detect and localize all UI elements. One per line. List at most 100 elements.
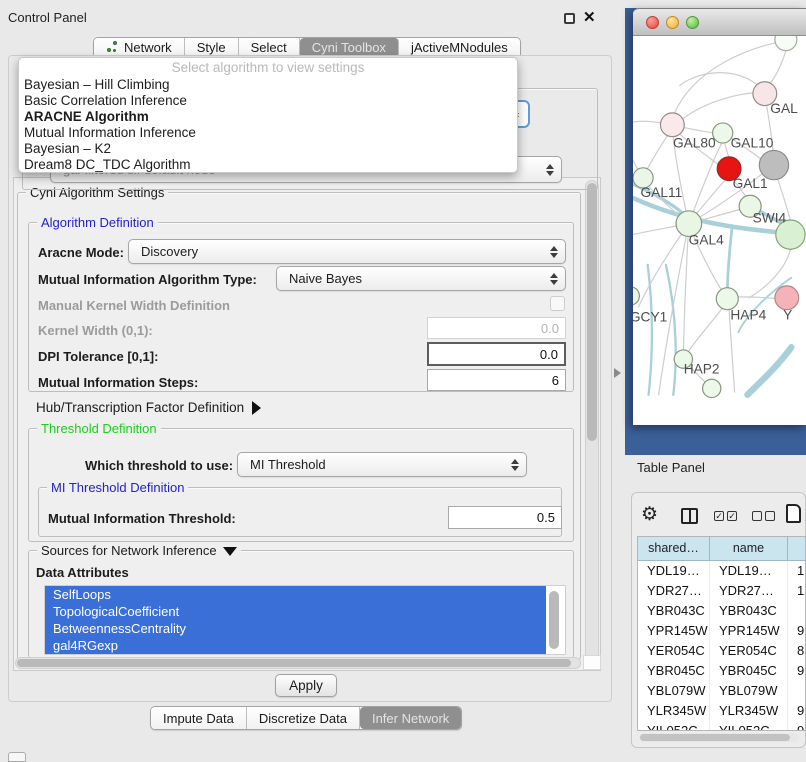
tab-infer-network[interactable]: Infer Network <box>360 707 461 729</box>
which-threshold-combobox[interactable]: MI Threshold <box>237 452 527 477</box>
network-node[interactable] <box>775 286 799 310</box>
mi-algorithm-type-combobox[interactable]: Naive Bayes <box>276 266 566 291</box>
hub-definition-label: Hub/Transcription Factor Definition <box>36 400 244 415</box>
mi-threshold-field[interactable]: 0.5 <box>448 506 562 529</box>
algorithm-option[interactable]: Bayesian – Hill Climbing <box>19 77 517 93</box>
close-window-icon[interactable] <box>646 16 659 29</box>
table-cell: YIL052C <box>638 721 710 731</box>
settings-vscrollbar-thumb[interactable] <box>587 183 597 441</box>
network-node-label: GCY1 <box>633 310 667 325</box>
algorithm-option[interactable]: Dream8 DC_TDC Algorithm <box>19 157 517 173</box>
table-cell: YPR145W <box>710 621 788 641</box>
algorithm-dropdown-items: Bayesian – Hill ClimbingBasic Correlatio… <box>19 77 517 173</box>
table-cell: YDR27… <box>638 581 710 601</box>
network-node[interactable] <box>703 379 721 397</box>
minimize-window-icon[interactable] <box>666 16 679 29</box>
table-row[interactable]: YBR045CYBR045C9. <box>638 661 805 681</box>
manual-kernel-width-label: Manual Kernel Width Definition <box>38 298 230 313</box>
split-columns-icon[interactable] <box>681 508 698 524</box>
panel-splitter-arrow-icon[interactable] <box>614 368 621 378</box>
data-attribute-item[interactable]: SelfLoops <box>45 586 546 603</box>
network-node-label: HAP4 <box>730 308 766 323</box>
close-panel-icon[interactable]: ✕ <box>583 8 596 26</box>
network-node-label: GAL80 <box>673 136 716 151</box>
mi-algorithm-type-label: Mutual Information Algorithm Type: <box>38 272 257 287</box>
table-row[interactable]: YIL052CYIL052C9. <box>638 721 805 731</box>
algorithm-dropdown-list: Select algorithm to view settings Bayesi… <box>18 57 518 173</box>
network-node[interactable] <box>633 287 639 305</box>
table-cell: YDL19… <box>710 561 788 581</box>
table-row[interactable]: YBR043CYBR043C <box>638 601 805 621</box>
table-cell: 9. <box>788 721 806 731</box>
table-cell: YER054C <box>638 641 710 661</box>
table-cell: YIL052C <box>710 721 788 731</box>
table-hscrollbar[interactable] <box>639 733 799 742</box>
network-canvas[interactable]: GAL80GAL10GALGAL1GAL11SWI4GAL4GCY1HAP4YH… <box>633 36 806 425</box>
mi-algorithm-type-value: Naive Bayes <box>277 271 547 286</box>
apply-button[interactable]: Apply <box>275 674 337 697</box>
network-node[interactable] <box>660 113 684 137</box>
network-node[interactable] <box>716 288 738 310</box>
table-column-header[interactable]: name <box>710 537 788 561</box>
network-edge <box>666 265 676 395</box>
scrollbar-corner <box>583 655 601 670</box>
hub-definition-expander[interactable]: Hub/Transcription Factor Definition <box>36 400 261 415</box>
table-cell: 13 <box>788 561 806 581</box>
table-cell: YBL079W <box>710 681 788 701</box>
table-row[interactable]: YBL079WYBL079W <box>638 681 805 701</box>
tab-discretize-data[interactable]: Discretize Data <box>247 707 360 729</box>
algorithm-option[interactable]: Basic Correlation Inference <box>19 93 517 109</box>
tab-select-label: Select <box>251 40 287 55</box>
aracne-mode-combobox[interactable]: Discovery <box>128 239 566 264</box>
algorithm-option[interactable]: Mutual Information Inference <box>19 125 517 141</box>
float-window-icon[interactable] <box>564 13 575 24</box>
data-attribute-item[interactable]: BetweennessCentrality <box>45 620 546 637</box>
dpi-tolerance-label: DPI Tolerance [0,1]: <box>38 349 158 364</box>
table-cell: YDR27… <box>710 581 788 601</box>
table-row[interactable]: YLR345WYLR345W9. <box>638 701 805 721</box>
tab-impute-data[interactable]: Impute Data <box>151 707 247 729</box>
combo-arrows-icon <box>547 273 565 285</box>
attributes-list-scrollbar[interactable] <box>549 591 559 649</box>
table-cell: 9. <box>788 701 806 721</box>
table-cell: YBR043C <box>638 601 710 621</box>
table-row[interactable]: YDR27…YDR27…12 <box>638 581 805 601</box>
table-header-row: shared…nameA <box>638 537 805 561</box>
data-attribute-item[interactable]: TopologicalCoefficient <box>45 603 546 620</box>
table-row[interactable]: YDL19…YDL19…13 <box>638 561 805 581</box>
network-node-label: GAL1 <box>733 176 768 191</box>
table-cell: YBR045C <box>638 661 710 681</box>
manual-kernel-width-checkbox[interactable] <box>550 296 565 311</box>
new-document-icon[interactable] <box>786 504 801 523</box>
network-window-titlebar[interactable] <box>633 8 806 36</box>
zoom-window-icon[interactable] <box>686 16 699 29</box>
table-column-header[interactable]: shared… <box>638 537 710 561</box>
combo-arrows-icon <box>547 246 565 258</box>
algorithm-option[interactable]: Bayesian – K2 <box>19 141 517 157</box>
network-node-label: GAL11 <box>641 185 683 200</box>
table-panel-title: Table Panel <box>637 460 705 475</box>
table-column-header[interactable]: A <box>788 537 806 561</box>
aracne-mode-label: Aracne Mode: <box>38 245 124 260</box>
table-row[interactable]: YER054CYER054C8. <box>638 641 805 661</box>
deselect-checkboxes-icon[interactable] <box>752 511 775 521</box>
network-icon <box>106 41 119 54</box>
algorithm-option[interactable]: ARACNE Algorithm <box>19 109 517 125</box>
data-attributes-list[interactable]: SelfLoopsTopologicalCoefficientBetweenne… <box>44 585 566 655</box>
network-edge <box>647 135 668 170</box>
network-node[interactable] <box>775 36 797 51</box>
table-cell: YBL079W <box>638 681 710 701</box>
table-row[interactable]: YPR145WYPR145W9. <box>638 621 805 641</box>
mi-steps-field[interactable]: 6 <box>427 369 566 391</box>
settings-hscrollbar-thumb[interactable] <box>17 659 571 667</box>
kernel-width-field[interactable]: 0.0 <box>427 317 566 339</box>
settings-gear-icon[interactable]: ⚙ <box>641 503 658 526</box>
kernel-width-label: Kernel Width (0,1): <box>38 323 153 338</box>
select-all-checkboxes-icon[interactable]: ✓✓ <box>714 511 737 521</box>
network-edge <box>725 143 730 158</box>
data-attribute-item[interactable]: gal4RGexp <box>45 637 546 654</box>
node-table[interactable]: shared…nameA YDL19…YDL19…13YDR27…YDR27…1… <box>637 536 806 731</box>
algorithm-dropdown-placeholder: Select algorithm to view settings <box>19 58 517 77</box>
tab-jactivemnodules-label: jActiveMNodules <box>411 40 508 55</box>
dpi-tolerance-field[interactable]: 0.0 <box>427 342 566 366</box>
